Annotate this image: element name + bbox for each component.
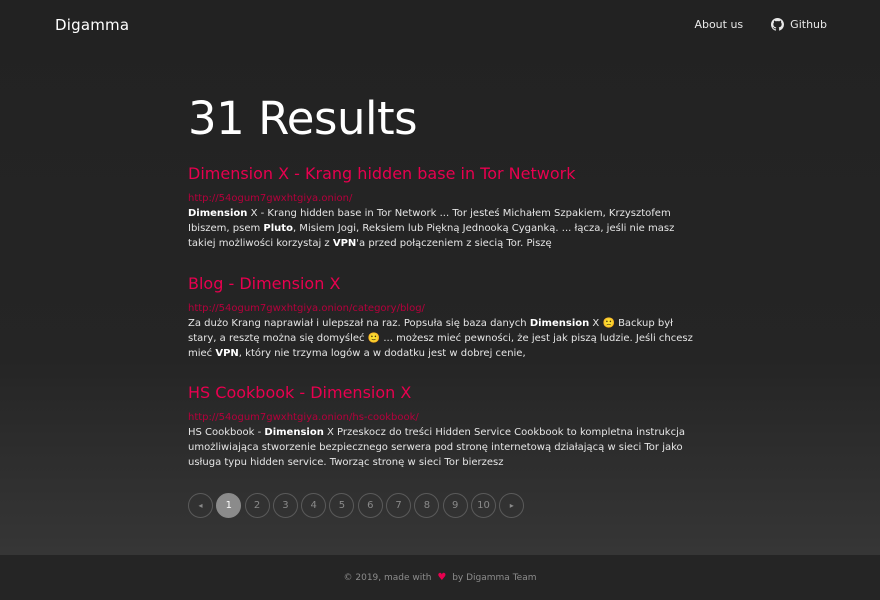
result-title-link[interactable]: Blog - Dimension X — [188, 274, 703, 294]
result-title-link[interactable]: Dimension X - Krang hidden base in Tor N… — [188, 164, 703, 184]
result-snippet: HS Cookbook - Dimension X Przeskocz do t… — [188, 427, 685, 468]
result-title-link[interactable]: HS Cookbook - Dimension X — [188, 383, 703, 403]
results-main: 31 Results Dimension X - Krang hidden ba… — [188, 92, 708, 468]
page-button-3[interactable]: 3 — [272, 493, 298, 518]
next-page-button[interactable]: ▸ — [499, 493, 525, 518]
page-button-4[interactable]: 4 — [301, 493, 327, 518]
page-button-1[interactable]: 1 — [216, 493, 242, 518]
prev-page-button[interactable]: ◂ — [188, 493, 213, 518]
page-button-5[interactable]: 5 — [329, 493, 355, 518]
github-icon — [771, 18, 785, 31]
results-count-title: 31 Results — [188, 92, 418, 145]
result-snippet: Za dużo Krang naprawiał i ulepszał na ra… — [188, 318, 693, 359]
navbar: Digamma About us Github — [0, 0, 880, 52]
page-button-8[interactable]: 8 — [414, 493, 440, 518]
page-button-10[interactable]: 10 — [470, 493, 496, 518]
result-url-link[interactable]: http://54ogum7gwxhtgiya.onion/category/b… — [188, 302, 703, 315]
github-link[interactable]: Github — [771, 18, 827, 31]
result-item: Blog - Dimension X http://54ogum7gwxhtgi… — [188, 274, 703, 361]
github-label: Github — [790, 18, 827, 31]
result-item: Dimension X - Krang hidden base in Tor N… — [188, 164, 703, 251]
footer: © 2019, made with ♥ by Digamma Team — [0, 555, 880, 600]
result-url-link[interactable]: http://54ogum7gwxhtgiya.onion/hs-cookboo… — [188, 411, 703, 424]
page-button-9[interactable]: 9 — [442, 493, 468, 518]
footer-suffix: by Digamma Team — [452, 573, 537, 583]
heart-icon: ♥ — [437, 572, 447, 583]
brand-logo[interactable]: Digamma — [55, 16, 129, 34]
page-button-6[interactable]: 6 — [357, 493, 383, 518]
page-button-7[interactable]: 7 — [386, 493, 412, 518]
page-button-2[interactable]: 2 — [244, 493, 270, 518]
pagination: ◂ 1 2 3 4 5 6 7 8 9 10 ▸ — [188, 493, 528, 518]
nav-links: About us Github — [694, 18, 827, 31]
footer-prefix: © 2019, made with — [343, 573, 432, 583]
result-snippet: Dimension X - Krang hidden base in Tor N… — [188, 208, 675, 249]
result-item: HS Cookbook - Dimension X http://54ogum7… — [188, 383, 703, 470]
about-us-link[interactable]: About us — [694, 18, 743, 31]
result-url-link[interactable]: http://54ogum7gwxhtgiya.onion/ — [188, 192, 703, 205]
